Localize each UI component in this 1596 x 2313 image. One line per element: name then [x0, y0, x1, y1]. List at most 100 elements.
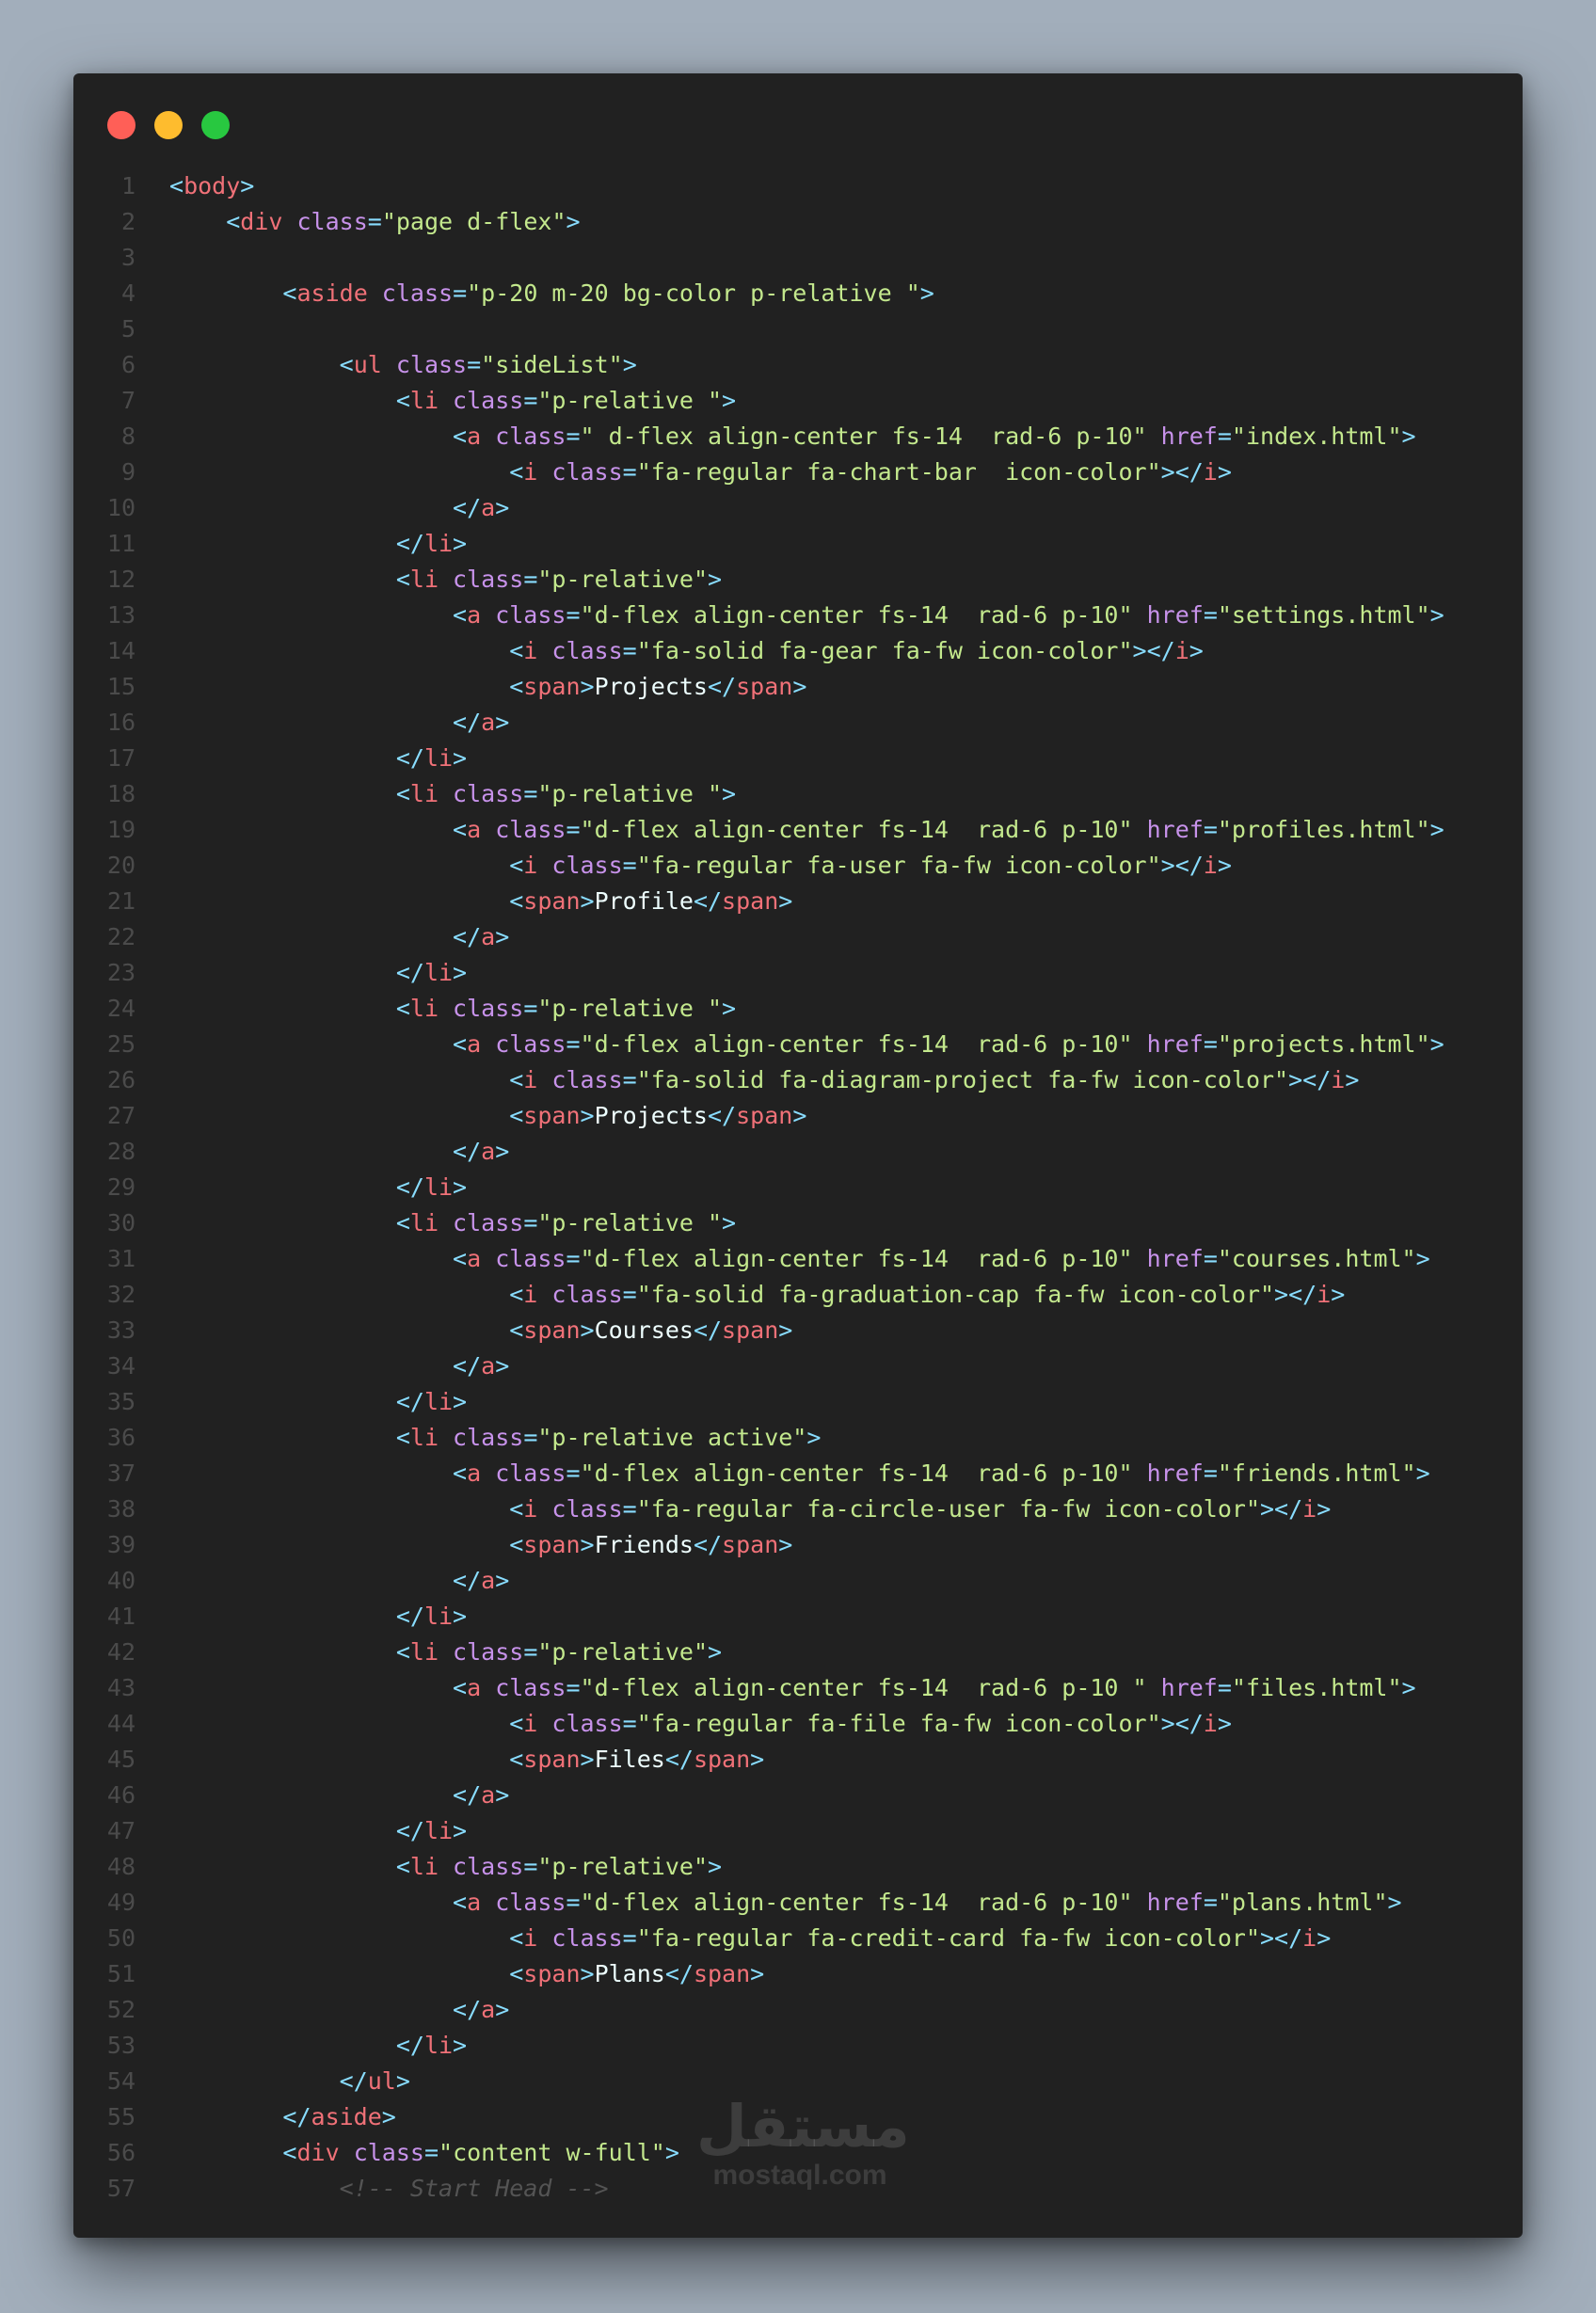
- code-token: Profile: [594, 887, 694, 915]
- code-text: </li>: [136, 1599, 467, 1635]
- code-line: 6 <ul class="sideList">: [73, 347, 1523, 383]
- code-token: <: [509, 1746, 524, 1773]
- code-line: 28 </a>: [73, 1134, 1523, 1170]
- line-number: 9: [120, 458, 136, 486]
- code-token: >: [722, 780, 737, 807]
- code-token: <: [453, 601, 468, 629]
- code-token: </: [395, 1173, 424, 1201]
- code-text: </li>: [136, 526, 467, 562]
- line-number: 43: [106, 1674, 136, 1701]
- line-number: 7: [120, 387, 136, 414]
- code-token: a: [467, 1245, 496, 1272]
- code-token: >: [1217, 458, 1232, 486]
- window-controls: [107, 111, 230, 139]
- code-token: <: [395, 1424, 410, 1451]
- code-token: span: [523, 887, 581, 915]
- code-token: a: [481, 709, 496, 736]
- code-token: class: [551, 637, 623, 664]
- code-text: </li>: [136, 1813, 467, 1849]
- code-token: a: [481, 494, 496, 521]
- code-token: >: [495, 1781, 510, 1809]
- line-number: 10: [106, 494, 136, 521]
- code-token: li: [409, 387, 454, 414]
- code-token: href: [1160, 423, 1218, 450]
- code-token: li: [409, 780, 454, 807]
- close-window-button[interactable]: [107, 111, 136, 139]
- code-line: 3: [73, 240, 1523, 276]
- code-line: 14 <i class="fa-solid fa-gear fa-fw icon…: [73, 633, 1523, 669]
- code-line: 35 </li>: [73, 1384, 1523, 1420]
- line-number: 12: [106, 566, 136, 593]
- code-token: span: [693, 1746, 751, 1773]
- code-token: >: [1345, 1066, 1360, 1093]
- minimize-window-button[interactable]: [154, 111, 183, 139]
- code-token: "d-flex align-center fs-14 rad-6 p-10": [580, 1030, 1147, 1058]
- code-token: li: [409, 1424, 454, 1451]
- code-token: </: [708, 1102, 737, 1129]
- code-token: >: [566, 208, 581, 235]
- code-editor-window: 1 <body> 2 <div class="page d-flex"> 3 4 <as…: [73, 73, 1523, 2238]
- code-token: "index.html": [1231, 423, 1402, 450]
- code-token: =: [622, 1710, 637, 1737]
- code-text: <span>Projects</span>: [136, 669, 806, 705]
- code-line: 12 <li class="p-relative">: [73, 562, 1523, 598]
- code-line: 16 </a>: [73, 705, 1523, 741]
- code-token: =: [566, 423, 581, 450]
- code-token: span: [523, 1316, 581, 1344]
- code-token: "p-relative": [537, 1853, 708, 1880]
- code-token: <: [169, 172, 184, 199]
- code-token: class: [453, 1853, 524, 1880]
- code-token: i: [1203, 852, 1218, 879]
- line-number: 36: [106, 1424, 136, 1451]
- code-token: >: [792, 1102, 807, 1129]
- code-text: <a class="d-flex align-center fs-14 rad-…: [136, 1885, 1402, 1921]
- code-token: </: [453, 1781, 482, 1809]
- code-line: 22 </a>: [73, 919, 1523, 955]
- line-number: 30: [106, 1209, 136, 1236]
- code-text: <aside class="p-20 m-20 bg-color p-relat…: [136, 276, 934, 311]
- code-line: 2 <div class="page d-flex">: [73, 204, 1523, 240]
- code-token: " d-flex align-center fs-14 rad-6 p-10": [580, 423, 1161, 450]
- code-text: </li>: [136, 1170, 467, 1205]
- code-token: span: [736, 673, 793, 700]
- line-number: 6: [120, 351, 136, 378]
- code-token: <: [395, 1638, 410, 1666]
- code-text: </ul>: [136, 2064, 410, 2099]
- code-token: class: [381, 279, 454, 307]
- code-token: "fa-solid fa-graduation-cap fa-fw icon-c…: [636, 1281, 1275, 1308]
- code-text: <li class="p-relative ">: [136, 776, 736, 812]
- code-token: class: [495, 423, 567, 450]
- code-line: 40 </a>: [73, 1563, 1523, 1599]
- line-number: 18: [106, 780, 136, 807]
- code-line: 29 </li>: [73, 1170, 1523, 1205]
- code-token: i: [523, 1281, 552, 1308]
- code-token: >: [806, 1424, 822, 1451]
- line-number: 23: [106, 959, 136, 986]
- code-token: =: [1203, 1460, 1218, 1487]
- code-token: span: [722, 1316, 779, 1344]
- code-token: =: [1203, 1245, 1218, 1272]
- maximize-window-button[interactable]: [201, 111, 230, 139]
- line-number: 24: [106, 995, 136, 1022]
- code-text: <body>: [136, 168, 254, 204]
- code-token: ></: [1160, 1710, 1204, 1737]
- code-token: i: [1302, 1495, 1317, 1523]
- code-token: =: [622, 1281, 637, 1308]
- code-line: 30 <li class="p-relative ">: [73, 1205, 1523, 1241]
- code-line: 38 <i class="fa-regular fa-circle-user f…: [73, 1491, 1523, 1527]
- code-token: "profiles.html": [1217, 816, 1430, 843]
- code-token: span: [523, 1531, 581, 1558]
- code-line: 20 <i class="fa-regular fa-user fa-fw ic…: [73, 848, 1523, 884]
- code-token: span: [523, 1746, 581, 1773]
- code-token: "p-relative": [537, 566, 708, 593]
- code-token: a: [467, 601, 496, 629]
- code-token: "p-20 m-20 bg-color p-relative ": [467, 279, 920, 307]
